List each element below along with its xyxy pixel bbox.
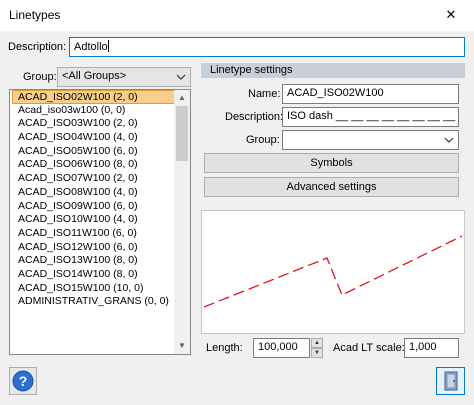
chevron-down-icon [444,137,454,143]
group-filter-dropdown[interactable]: <All Groups> [57,67,191,87]
scrollbar-thumb[interactable] [176,106,188,161]
list-item[interactable]: ACAD_ISO13W100 (8, 0) [10,254,176,268]
name-value: ACAD_ISO02W100 [287,87,384,99]
list-item[interactable]: ACAD_ISO09W100 (6, 0) [10,200,176,214]
length-value: 100,000 [258,341,298,353]
list-item[interactable]: ACAD_ISO03W100 (2, 0) [10,117,176,131]
group-filter-label: Group: [23,71,57,83]
scroll-down-icon[interactable]: ▼ [174,338,190,354]
help-icon: ? [12,370,34,392]
list-item[interactable]: ACAD_ISO07W100 (2, 0) [10,172,176,186]
lt-scale-value: 1,000 [409,341,437,353]
settings-group-dropdown[interactable] [282,130,459,150]
list-item[interactable]: ADMINISTRATIV_GRANS (0, 0) [10,295,176,309]
exit-button[interactable] [436,367,465,395]
spin-up-icon[interactable]: ▲ [311,338,323,348]
linetype-preview [201,210,465,334]
list-item[interactable]: ACAD_ISO04W100 (4, 0) [10,131,176,145]
lt-scale-label: Acad LT scale: [333,342,405,354]
group-filter-value: <All Groups> [62,70,127,82]
scroll-up-icon[interactable]: ▲ [174,90,190,106]
list-item[interactable]: ACAD_ISO11W100 (6, 0) [10,227,176,241]
length-spinner[interactable]: ▲ ▼ [311,338,323,358]
settings-description-label: Description: [225,111,284,123]
list-item[interactable]: ACAD_ISO02W100 (2, 0) [12,90,176,104]
description-label: Description: [8,41,67,53]
chevron-down-icon [176,74,186,80]
door-exit-icon [444,371,457,391]
spin-down-icon[interactable]: ▼ [311,348,323,358]
length-label: Length: [206,342,243,354]
svg-text:?: ? [19,373,28,389]
list-item[interactable]: ACAD_ISO06W100 (8, 0) [10,158,176,172]
list-item[interactable]: ACAD_ISO08W100 (4, 0) [10,186,176,200]
symbols-button[interactable]: Symbols [204,153,459,173]
linetype-list-items: ACAD_ISO02W100 (2, 0) Acad_iso03w100 (0, … [10,90,176,309]
linetype-settings-header: Linetype settings [201,63,465,78]
linetype-list[interactable]: ACAD_ISO02W100 (2, 0) Acad_iso03w100 (0, … [9,89,191,355]
settings-description-input[interactable]: ISO dash __ __ __ __ __ __ __ __ __ __ [282,107,459,127]
window-title: Linetypes [9,8,61,22]
help-button[interactable]: ? [9,367,37,395]
list-item[interactable]: ACAD_ISO05W100 (6, 0) [10,145,176,159]
title-bar: Linetypes ✕ [0,0,474,31]
list-item[interactable]: ACAD_ISO14W100 (8, 0) [10,268,176,282]
close-button[interactable]: ✕ [428,0,474,31]
list-scrollbar[interactable]: ▲ ▼ [174,90,190,354]
length-input[interactable]: 100,000 [253,338,310,358]
list-item[interactable]: Acad_iso03w100 (0, 0) [10,104,176,118]
lt-scale-input[interactable]: 1,000 [404,338,459,358]
preview-linetype-line [203,235,463,308]
name-input[interactable]: ACAD_ISO02W100 [282,84,459,104]
description-value: Adtollo [74,41,108,53]
settings-description-value: ISO dash __ __ __ __ __ __ __ __ __ __ [287,110,458,122]
list-item[interactable]: ACAD_ISO15W100 (10, 0) [10,282,176,296]
settings-group-label: Group: [246,134,280,146]
description-input[interactable]: Adtollo [69,37,465,57]
list-item[interactable]: ACAD_ISO10W100 (4, 0) [10,213,176,227]
list-item[interactable]: ACAD_ISO12W100 (6, 0) [10,241,176,255]
linetype-preview-canvas [203,235,463,308]
advanced-settings-button[interactable]: Advanced settings [204,177,459,197]
name-label: Name: [248,88,281,100]
